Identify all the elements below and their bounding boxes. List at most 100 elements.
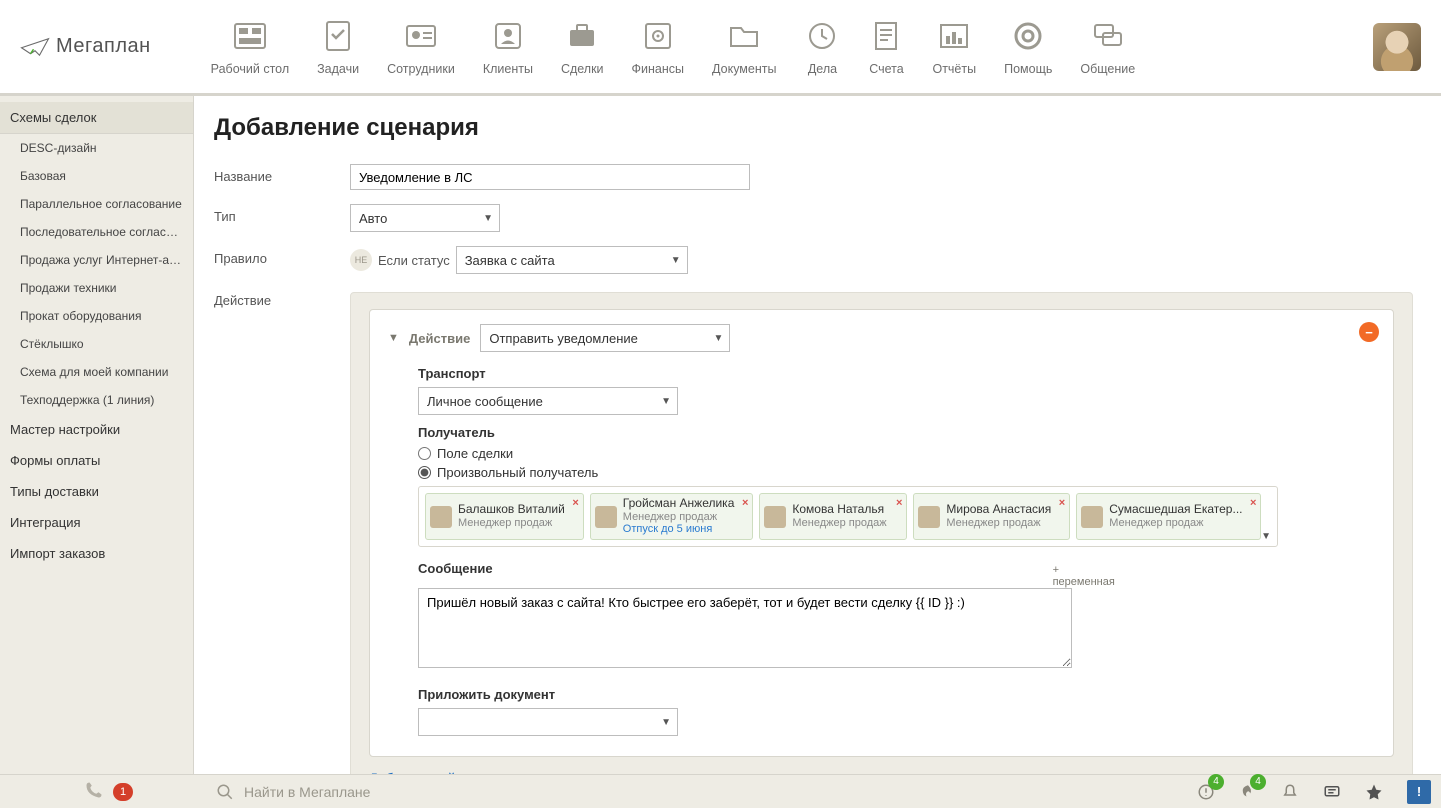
sidebar-group-wizard[interactable]: Мастер настройки bbox=[0, 414, 193, 445]
action-box: − ▼ Действие Отправить уведомление▼ Тран… bbox=[369, 309, 1394, 757]
nav-deals[interactable]: Сделки bbox=[561, 18, 604, 76]
label-rule: Правило bbox=[214, 246, 350, 266]
add-variable-link[interactable]: + переменная bbox=[1053, 564, 1115, 588]
nav-affairs[interactable]: Дела bbox=[804, 18, 840, 76]
nav-reports[interactable]: Отчёты bbox=[932, 18, 976, 76]
chat-icon bbox=[1090, 18, 1126, 54]
nav-help[interactable]: Помощь bbox=[1004, 18, 1052, 76]
sidebar-item-sequential[interactable]: Последовательное согласов... bbox=[0, 218, 193, 246]
message-label: Сообщение bbox=[418, 561, 493, 576]
user-avatar[interactable] bbox=[1373, 23, 1421, 71]
id-card-icon bbox=[403, 18, 439, 54]
nav-employees[interactable]: Сотрудники bbox=[387, 18, 455, 76]
action-type-select[interactable]: Отправить уведомление▼ bbox=[480, 324, 730, 352]
global-search-input[interactable] bbox=[244, 784, 644, 800]
search-icon bbox=[216, 783, 234, 801]
collapse-icon[interactable]: ▼ bbox=[388, 332, 399, 344]
logo-text: Мегаплан bbox=[56, 35, 151, 58]
nav-documents[interactable]: Документы bbox=[712, 18, 776, 76]
logo[interactable]: Мегаплан bbox=[20, 35, 151, 58]
sidebar-item-my-company[interactable]: Схема для моей компании bbox=[0, 358, 193, 386]
caret-down-icon: ▼ bbox=[713, 333, 723, 344]
dashboard-icon bbox=[232, 18, 268, 54]
attach-select[interactable]: ▼ bbox=[418, 708, 678, 736]
label-type: Тип bbox=[214, 204, 350, 224]
attach-label: Приложить документ bbox=[418, 687, 1375, 702]
remove-chip-icon[interactable]: × bbox=[742, 497, 748, 509]
sidebar-group-import[interactable]: Импорт заказов bbox=[0, 538, 193, 569]
barchart-icon bbox=[936, 18, 972, 54]
caret-down-icon: ▼ bbox=[661, 396, 671, 407]
lifebuoy-icon bbox=[1010, 18, 1046, 54]
recipient-chip: Гройсман АнжеликаМенеджер продажОтпуск д… bbox=[590, 493, 754, 540]
avatar-icon bbox=[595, 506, 617, 528]
if-status-label: Если статус bbox=[378, 253, 450, 268]
sidebar-group-payment[interactable]: Формы оплаты bbox=[0, 445, 193, 476]
message-icon[interactable] bbox=[1323, 783, 1341, 801]
recipient-chip: Мирова АнастасияМенеджер продаж× bbox=[913, 493, 1070, 540]
avatar-icon bbox=[764, 506, 786, 528]
nav-finance[interactable]: Финансы bbox=[632, 18, 684, 76]
info-button[interactable]: ! bbox=[1407, 780, 1431, 804]
remove-chip-icon[interactable]: × bbox=[1059, 497, 1065, 509]
sidebar-item-base[interactable]: Базовая bbox=[0, 162, 193, 190]
sidebar-item-rental[interactable]: Прокат оборудования bbox=[0, 302, 193, 330]
remove-chip-icon[interactable]: × bbox=[572, 497, 578, 509]
bell-icon[interactable] bbox=[1281, 783, 1299, 801]
type-select[interactable]: Авто▼ bbox=[350, 204, 500, 232]
recipients-box[interactable]: Балашков ВиталийМенеджер продаж× Гройсма… bbox=[418, 486, 1278, 547]
remove-action-button[interactable]: − bbox=[1359, 322, 1379, 342]
ne-toggle[interactable]: НЕ bbox=[350, 249, 372, 271]
sidebar: Схемы сделок DESC-дизайн Базовая Паралле… bbox=[0, 96, 194, 774]
action-header-label: Действие bbox=[409, 331, 470, 346]
phone-icon[interactable] bbox=[85, 781, 103, 802]
transport-select[interactable]: Личное сообщение▼ bbox=[418, 387, 678, 415]
page-title: Добавление сценария bbox=[214, 114, 1413, 142]
caret-down-icon: ▼ bbox=[483, 213, 493, 224]
search-wrap bbox=[206, 783, 1187, 801]
briefcase-icon bbox=[564, 18, 600, 54]
folder-icon bbox=[726, 18, 762, 54]
recipient-chip: Комова НатальяМенеджер продаж× bbox=[759, 493, 907, 540]
contacts-icon bbox=[490, 18, 526, 54]
avatar-icon bbox=[430, 506, 452, 528]
sidebar-item-glass[interactable]: Стёклышко bbox=[0, 330, 193, 358]
paper-plane-icon bbox=[20, 37, 50, 57]
recipient-radio-field[interactable]: Поле сделки bbox=[418, 446, 1375, 461]
recipient-chip: Сумасшедшая Екатер...Менеджер продаж× bbox=[1076, 493, 1261, 540]
recipient-radio-custom[interactable]: Произвольный получатель bbox=[418, 465, 1375, 480]
notification-alert-icon[interactable]: 4 bbox=[1197, 783, 1215, 801]
expand-recipients-icon[interactable]: ▼ bbox=[1261, 531, 1271, 542]
nav-accounts[interactable]: Счета bbox=[868, 18, 904, 76]
checklist-icon bbox=[320, 18, 356, 54]
status-select[interactable]: Заявка с сайта▼ bbox=[456, 246, 688, 274]
sidebar-item-support[interactable]: Техподдержка (1 линия) bbox=[0, 386, 193, 414]
main-content: Добавление сценария Название Тип Авто▼ П… bbox=[194, 96, 1441, 774]
nav-tasks[interactable]: Задачи bbox=[317, 18, 359, 76]
avatar-icon bbox=[1081, 506, 1103, 528]
action-panel: − ▼ Действие Отправить уведомление▼ Тран… bbox=[350, 292, 1413, 774]
sidebar-item-agency[interactable]: Продажа услуг Интернет-аге... bbox=[0, 246, 193, 274]
sidebar-group-integration[interactable]: Интеграция bbox=[0, 507, 193, 538]
label-name: Название bbox=[214, 164, 350, 184]
nav-chat[interactable]: Общение bbox=[1080, 18, 1135, 76]
remove-chip-icon[interactable]: × bbox=[896, 497, 902, 509]
avatar-icon bbox=[918, 506, 940, 528]
top-nav: Мегаплан Рабочий стол Задачи Сотрудники … bbox=[0, 0, 1441, 96]
sidebar-item-desc-design[interactable]: DESC-дизайн bbox=[0, 134, 193, 162]
sidebar-item-parallel[interactable]: Параллельное согласование bbox=[0, 190, 193, 218]
safe-icon bbox=[640, 18, 676, 54]
sidebar-item-tech-sales[interactable]: Продажи техники bbox=[0, 274, 193, 302]
receipt-icon bbox=[868, 18, 904, 54]
sidebar-active-group[interactable]: Схемы сделок bbox=[0, 102, 193, 134]
nav-items: Рабочий стол Задачи Сотрудники Клиенты С… bbox=[211, 18, 1373, 76]
fire-icon[interactable]: 4 bbox=[1239, 783, 1257, 801]
star-icon[interactable] bbox=[1365, 783, 1383, 801]
message-textarea[interactable] bbox=[418, 588, 1072, 668]
phone-badge: 1 bbox=[113, 783, 133, 801]
remove-chip-icon[interactable]: × bbox=[1250, 497, 1256, 509]
name-input[interactable] bbox=[350, 164, 750, 190]
sidebar-group-delivery[interactable]: Типы доставки bbox=[0, 476, 193, 507]
nav-clients[interactable]: Клиенты bbox=[483, 18, 533, 76]
nav-desktop[interactable]: Рабочий стол bbox=[211, 18, 289, 76]
